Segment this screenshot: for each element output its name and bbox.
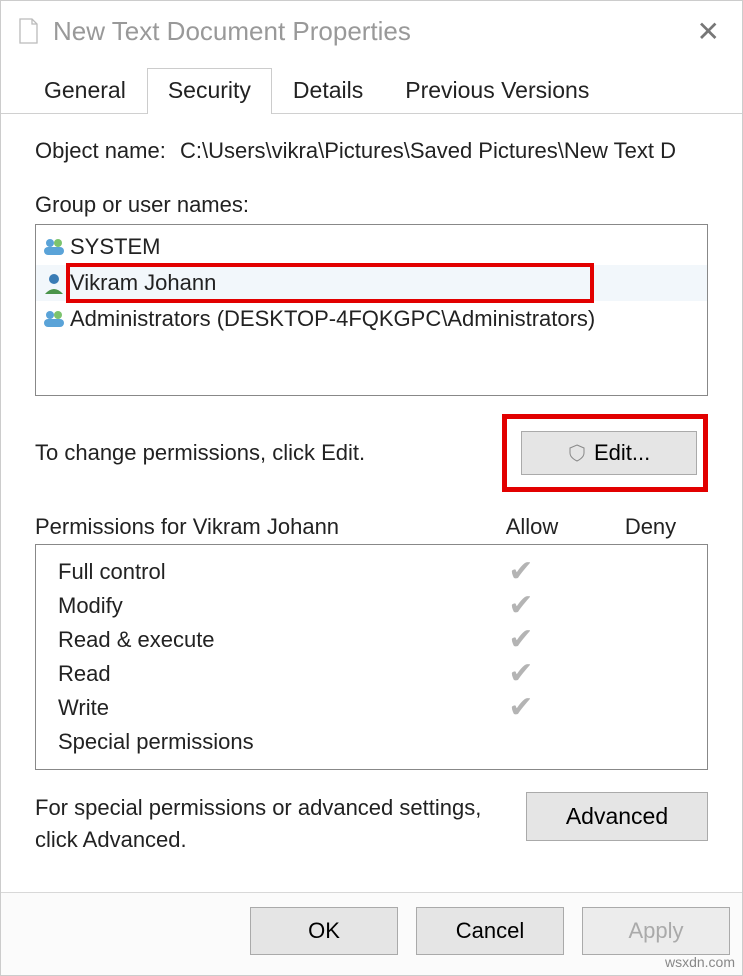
advanced-row: For special permissions or advanced sett…: [35, 792, 708, 856]
window-title: New Text Document Properties: [53, 16, 691, 47]
permission-row: Write ✔: [36, 691, 707, 725]
permissions-list: Full control ✔ Modify ✔ Read & execute ✔…: [35, 544, 708, 770]
permission-name: Full control: [36, 559, 460, 585]
ok-button[interactable]: OK: [250, 907, 398, 955]
permission-row: Read & execute ✔: [36, 623, 707, 657]
tab-details[interactable]: Details: [272, 68, 384, 114]
change-permissions-text: To change permissions, click Edit.: [35, 440, 502, 466]
document-icon: [17, 18, 39, 44]
permissions-for-label: Permissions for Vikram Johann: [35, 514, 471, 540]
allow-check: ✔: [460, 659, 582, 689]
advanced-text: For special permissions or advanced sett…: [35, 792, 526, 856]
permission-name: Write: [36, 695, 460, 721]
permission-name: Read: [36, 661, 460, 687]
permissions-header: Permissions for Vikram Johann Allow Deny: [35, 514, 708, 540]
object-name-value: C:\Users\vikra\Pictures\Saved Pictures\N…: [180, 138, 708, 164]
tab-previous-versions[interactable]: Previous Versions: [384, 68, 610, 114]
dialog-footer: OK Cancel Apply: [1, 892, 742, 975]
allow-check: ✔: [460, 625, 582, 655]
tab-general[interactable]: General: [23, 68, 147, 114]
permission-row: Special permissions: [36, 725, 707, 759]
shield-icon: [568, 444, 586, 462]
watermark: wsxdn.com: [665, 954, 735, 970]
object-name-row: Object name: C:\Users\vikra\Pictures\Sav…: [35, 138, 708, 164]
permission-name: Modify: [36, 593, 460, 619]
list-item-label: SYSTEM: [68, 234, 160, 260]
object-name-label: Object name:: [35, 138, 180, 164]
properties-dialog: New Text Document Properties ✕ General S…: [0, 0, 743, 976]
tab-security[interactable]: Security: [147, 68, 272, 114]
list-item[interactable]: Vikram Johann: [36, 265, 707, 301]
security-panel: Object name: C:\Users\vikra\Pictures\Sav…: [1, 114, 742, 892]
permission-name: Special permissions: [36, 729, 460, 755]
group-users-list[interactable]: SYSTEM Vikram Johann Administrators (DES…: [35, 224, 708, 396]
titlebar: New Text Document Properties ✕: [1, 1, 742, 61]
allow-header: Allow: [471, 514, 593, 540]
highlight-annotation: Edit...: [502, 414, 708, 492]
users-icon: [40, 237, 68, 257]
permission-row: Full control ✔: [36, 555, 707, 589]
list-item-label: Administrators (DESKTOP-4FQKGPC\Administ…: [68, 306, 595, 332]
tab-strip: General Security Details Previous Versio…: [1, 67, 742, 114]
apply-button: Apply: [582, 907, 730, 955]
permission-row: Modify ✔: [36, 589, 707, 623]
allow-check: ✔: [460, 591, 582, 621]
edit-row: To change permissions, click Edit. Edit.…: [35, 414, 708, 492]
list-item[interactable]: SYSTEM: [36, 229, 707, 265]
list-item[interactable]: Administrators (DESKTOP-4FQKGPC\Administ…: [36, 301, 707, 337]
permission-row: Read ✔: [36, 657, 707, 691]
group-users-label: Group or user names:: [35, 192, 708, 218]
list-item-label: Vikram Johann: [68, 270, 216, 296]
edit-button-label: Edit...: [594, 440, 650, 465]
permission-name: Read & execute: [36, 627, 460, 653]
cancel-button[interactable]: Cancel: [416, 907, 564, 955]
users-icon: [40, 309, 68, 329]
advanced-button[interactable]: Advanced: [526, 792, 708, 841]
edit-button[interactable]: Edit...: [521, 431, 697, 475]
allow-check: ✔: [460, 693, 582, 723]
close-icon[interactable]: ✕: [691, 15, 726, 48]
deny-header: Deny: [593, 514, 708, 540]
allow-check: ✔: [460, 557, 582, 587]
user-icon: [40, 272, 68, 294]
